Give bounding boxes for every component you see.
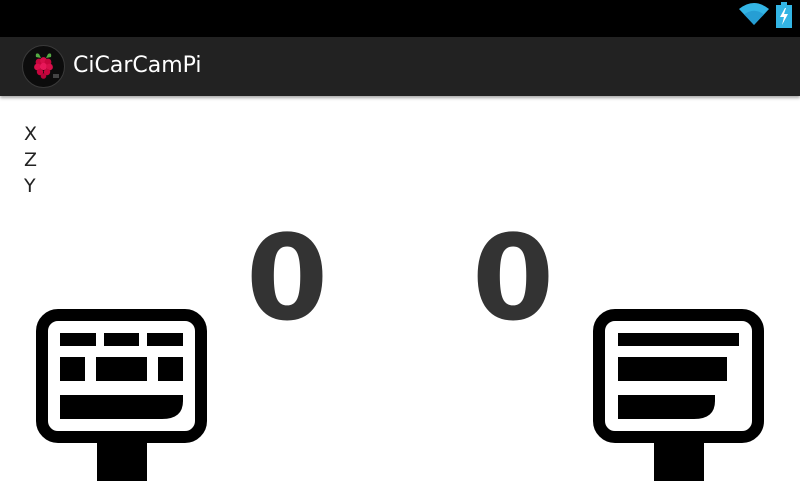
raspberry-pi-icon[interactable] xyxy=(22,45,65,88)
status-icons xyxy=(738,2,792,32)
left-readout: 0 xyxy=(245,209,329,347)
app-title: CiCarCamPi xyxy=(73,53,202,78)
wifi-icon xyxy=(738,3,770,31)
axis-labels: X Z Y xyxy=(24,121,37,199)
x-axis-label: X xyxy=(24,123,38,145)
action-bar: CiCarCamPi xyxy=(0,37,800,96)
status-bar xyxy=(0,0,800,37)
keyboard-stand-icon[interactable] xyxy=(36,309,208,485)
y-axis-label: Y xyxy=(24,175,36,197)
z-axis-label: Z xyxy=(24,149,38,171)
battery-charging-icon xyxy=(776,2,792,32)
text-stand-icon[interactable] xyxy=(593,309,765,485)
right-readout: 0 xyxy=(471,209,555,347)
